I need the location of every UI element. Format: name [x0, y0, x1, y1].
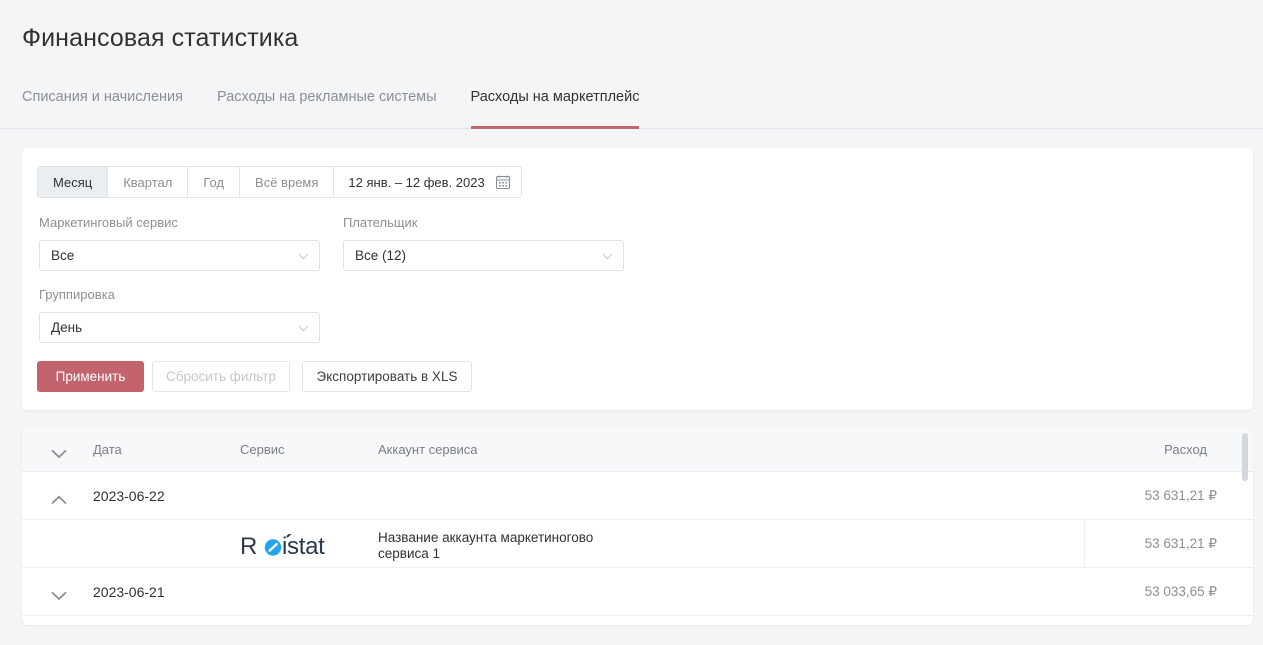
column-header-service-account[interactable]: Аккаунт сервиса	[378, 442, 478, 457]
grouping-label: Группировка	[39, 287, 115, 302]
tab-bar: Списания и начисления Расходы на рекламн…	[0, 86, 1263, 129]
chevron-down-icon[interactable]	[51, 446, 67, 459]
calendar-icon	[495, 175, 510, 190]
tab-charges-and-accruals[interactable]: Списания и начисления	[22, 86, 183, 129]
period-option-quarter[interactable]: Квартал	[108, 167, 189, 197]
roistat-logo: R istat	[240, 534, 343, 560]
payer-label: Плательщик	[343, 215, 418, 230]
period-option-year[interactable]: Год	[188, 167, 241, 197]
grouping-select[interactable]: День	[39, 312, 320, 343]
scrollbar-thumb[interactable]	[1242, 433, 1248, 481]
chevron-down-icon	[298, 320, 309, 335]
payer-select[interactable]: Все (12)	[343, 240, 624, 271]
chevron-up-icon[interactable]	[51, 492, 67, 504]
column-header-date[interactable]: Дата	[93, 442, 122, 457]
table-row[interactable]: R istat Название аккаунта маркетиногово …	[22, 520, 1253, 568]
table-row[interactable]: 2023-06-21 53 033,65 ₽	[22, 568, 1253, 616]
page-title: Финансовая статистика	[22, 24, 299, 52]
chevron-down-icon	[298, 248, 309, 263]
row-amount: 53 033,65 ₽	[1144, 583, 1217, 599]
row-date: 2023-06-22	[93, 487, 165, 504]
column-header-expense[interactable]: Расход	[1164, 442, 1207, 457]
row-date: 2023-06-21	[93, 583, 165, 600]
marketing-service-select[interactable]: Все	[39, 240, 320, 271]
filter-panel: Месяц Квартал Год Всё время 12 янв. – 12…	[22, 148, 1253, 410]
period-option-month[interactable]: Месяц	[38, 167, 109, 197]
cell-divider	[1084, 520, 1085, 567]
row-account-name: Название аккаунта маркетиногово сервиса …	[378, 530, 594, 561]
table-header-row: Дата Сервис Аккаунт сервиса Расход	[22, 428, 1253, 472]
chevron-down-icon	[602, 248, 613, 263]
chevron-down-icon[interactable]	[51, 588, 67, 601]
apply-button[interactable]: Применить	[37, 361, 144, 392]
svg-text:R: R	[240, 534, 257, 560]
tab-marketplace-expenses[interactable]: Расходы на маркетплейс	[470, 86, 640, 129]
reset-filter-button[interactable]: Сбросить фильтр	[152, 361, 290, 392]
period-segmented-control: Месяц Квартал Год Всё время 12 янв. – 12…	[37, 166, 522, 198]
date-range-picker[interactable]: 12 янв. – 12 фев. 2023	[334, 167, 520, 197]
marketing-service-value: Все	[51, 248, 75, 263]
export-xls-button[interactable]: Экспортировать в XLS	[302, 361, 472, 392]
table-row[interactable]: 2023-06-22 53 631,21 ₽	[22, 472, 1253, 520]
column-header-service[interactable]: Сервис	[240, 442, 285, 457]
date-range-value: 12 янв. – 12 фев. 2023	[348, 174, 485, 190]
tab-ad-systems-expenses[interactable]: Расходы на рекламные системы	[217, 86, 437, 129]
financial-statistics-page: Финансовая статистика Списания и начисле…	[0, 0, 1263, 645]
period-option-all-time[interactable]: Всё время	[240, 167, 335, 197]
row-amount: 53 631,21 ₽	[1144, 487, 1217, 503]
svg-text:istat: istat	[282, 534, 325, 560]
expenses-table: Дата Сервис Аккаунт сервиса Расход 2023-…	[22, 428, 1253, 625]
table-scrollbar[interactable]	[1242, 433, 1248, 620]
marketing-service-label: Маркетинговый сервис	[39, 215, 178, 230]
grouping-value: День	[51, 320, 83, 335]
row-amount: 53 631,21 ₽	[1144, 535, 1217, 551]
payer-value: Все (12)	[355, 248, 407, 263]
